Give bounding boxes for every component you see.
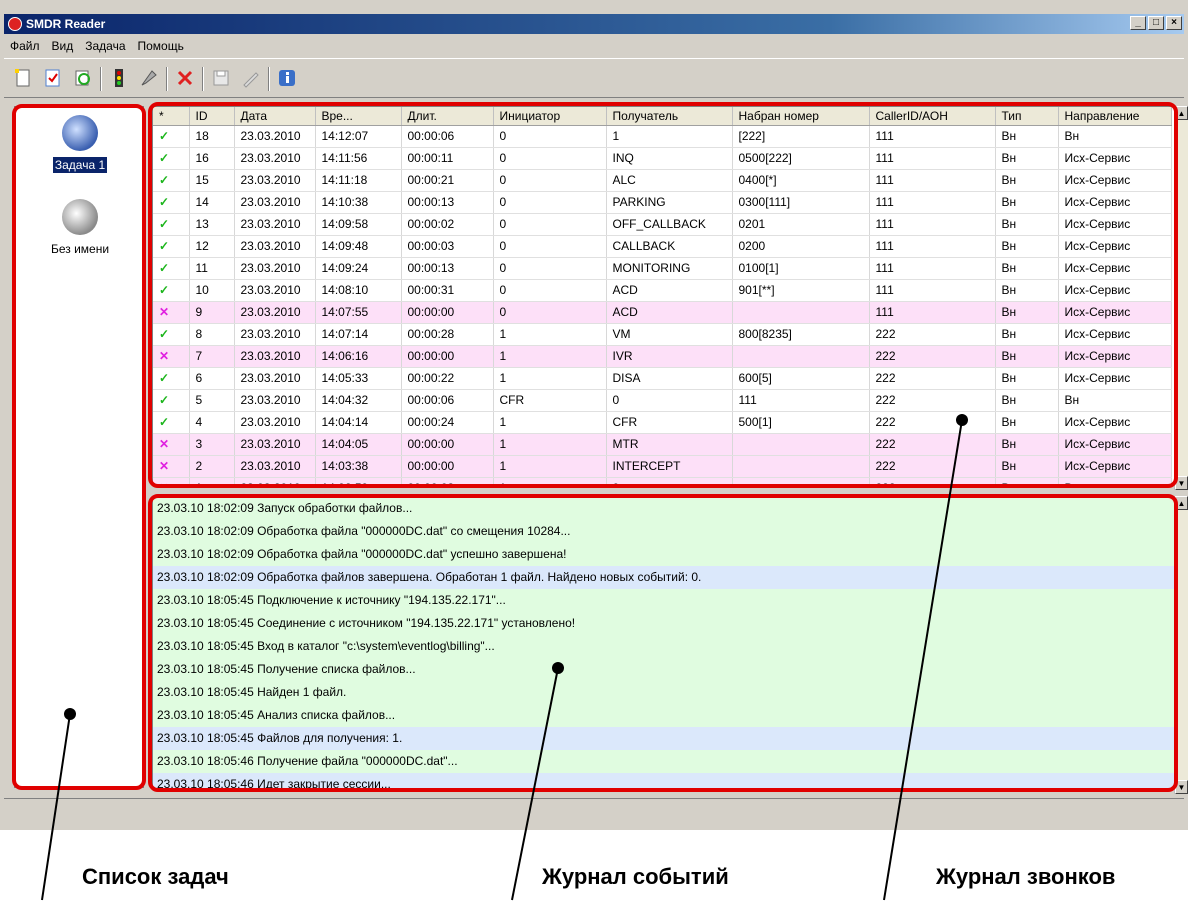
caption-event-log: Журнал событий	[542, 864, 729, 889]
caption-task-list: Список задач	[82, 864, 229, 889]
caption-call-log: Журнал звонков	[936, 864, 1116, 889]
pointer-lines	[41, 419, 963, 901]
